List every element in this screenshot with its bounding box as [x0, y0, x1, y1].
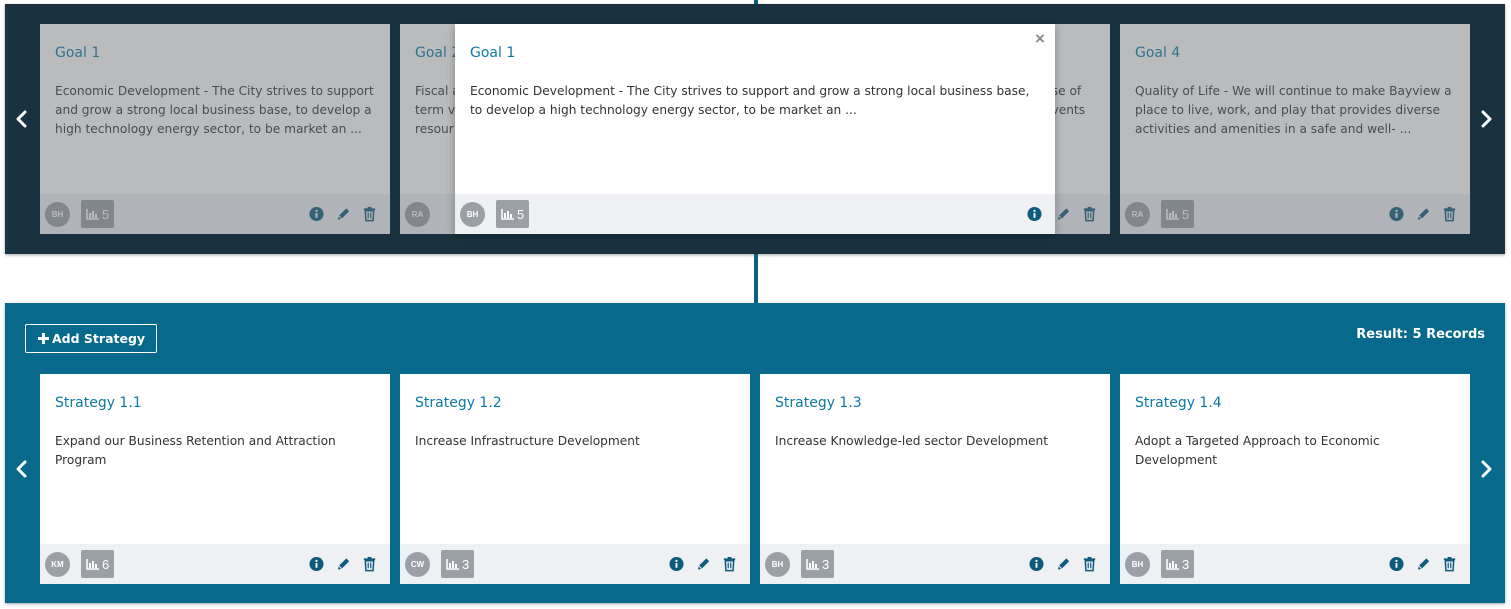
kpi-badge[interactable]: 5 [1161, 200, 1195, 228]
strategies-next-arrow[interactable] [1475, 449, 1499, 489]
bar-chart-icon [446, 558, 459, 570]
result-count: Result: 5 Records [1356, 327, 1485, 342]
plus-icon [38, 333, 49, 344]
goal-card[interactable]: Goal 4 Quality of Life - We will continu… [1120, 24, 1470, 234]
goals-next-arrow[interactable] [1475, 99, 1499, 139]
pencil-icon[interactable] [1415, 555, 1432, 572]
strategy-title[interactable]: Strategy 1.4 [1135, 395, 1222, 411]
trash-icon[interactable] [1081, 555, 1098, 572]
goal-card-footer: RA 5 [1120, 194, 1470, 234]
bar-chart-icon [1166, 208, 1179, 220]
trash-icon[interactable] [361, 555, 378, 572]
strategy-title[interactable]: Strategy 1.3 [775, 395, 862, 411]
pencil-icon[interactable] [335, 555, 352, 572]
kpi-count: 5 [517, 206, 525, 222]
pencil-icon[interactable] [1055, 555, 1072, 572]
strategies-panel: Add Strategy Result: 5 Records Strategy … [5, 303, 1505, 603]
strategy-description: Adopt a Targeted Approach to Economic De… [1135, 434, 1380, 467]
strategy-title[interactable]: Strategy 1.1 [55, 395, 142, 411]
info-icon[interactable] [1026, 205, 1043, 222]
add-strategy-button[interactable]: Add Strategy [25, 324, 158, 353]
kpi-count: 5 [1182, 206, 1190, 222]
avatar[interactable]: RA [405, 202, 430, 227]
add-strategy-label: Add Strategy [52, 331, 146, 346]
close-icon[interactable]: × [1035, 30, 1047, 47]
strategies-prev-arrow[interactable] [9, 449, 33, 489]
strategy-description: Increase Knowledge-led sector Developmen… [775, 434, 1049, 448]
avatar[interactable]: BH [1125, 552, 1150, 577]
goal-detail-popup[interactable]: × Goal 1 Economic Development - The City… [455, 24, 1055, 234]
goals-prev-arrow[interactable] [9, 99, 33, 139]
kpi-count: 6 [102, 556, 110, 572]
strategy-title[interactable]: Strategy 1.2 [415, 395, 502, 411]
bar-chart-icon [1166, 558, 1179, 570]
info-icon[interactable] [668, 555, 685, 572]
strategy-description: Increase Infrastructure Development [415, 434, 640, 448]
goal-title[interactable]: Goal 1 [55, 45, 100, 61]
avatar[interactable]: KM [45, 552, 70, 577]
kpi-badge[interactable]: 3 [1161, 550, 1195, 578]
trash-icon[interactable] [1441, 205, 1458, 222]
info-icon[interactable] [1028, 555, 1045, 572]
trash-icon[interactable] [721, 555, 738, 572]
kpi-badge[interactable]: 3 [801, 550, 835, 578]
popup-footer: BH 5 [455, 194, 1055, 234]
goal-card[interactable]: Goal 1 Economic Development - The City s… [40, 24, 390, 234]
pencil-icon[interactable] [1055, 205, 1072, 222]
strategy-description: Expand our Business Retention and Attrac… [55, 434, 336, 467]
avatar[interactable]: BH [460, 202, 485, 227]
kpi-badge[interactable]: 5 [81, 200, 115, 228]
bar-chart-icon [501, 208, 514, 220]
pencil-icon[interactable] [695, 555, 712, 572]
strategy-card[interactable]: Strategy 1.1 Expand our Business Retenti… [40, 374, 390, 584]
kpi-badge[interactable]: 5 [496, 200, 530, 228]
kpi-badge[interactable]: 3 [441, 550, 475, 578]
kpi-badge[interactable]: 6 [81, 550, 115, 578]
info-icon[interactable] [1388, 555, 1405, 572]
pencil-icon[interactable] [335, 205, 352, 222]
popup-goal-description: Economic Development - The City strives … [470, 84, 1030, 117]
panel-connector-line [754, 254, 758, 303]
bar-chart-icon [806, 558, 819, 570]
kpi-count: 3 [462, 556, 470, 572]
chevron-left-icon [16, 460, 27, 478]
goal-description: Quality of Life - We will continue to ma… [1135, 84, 1452, 136]
chevron-right-icon [1481, 460, 1492, 478]
kpi-count: 3 [1182, 556, 1190, 572]
strategy-card[interactable]: Strategy 1.3 Increase Knowledge-led sect… [760, 374, 1110, 584]
avatar[interactable]: RA [1125, 202, 1150, 227]
kpi-count: 5 [102, 206, 110, 222]
goal-description: Economic Development - The City strives … [55, 84, 374, 136]
info-icon[interactable] [308, 205, 325, 222]
chevron-left-icon [16, 110, 27, 128]
popup-goal-title[interactable]: Goal 1 [470, 45, 515, 61]
goal-card-footer: BH 5 [40, 194, 390, 234]
info-icon[interactable] [1388, 205, 1405, 222]
info-icon[interactable] [308, 555, 325, 572]
avatar[interactable]: BH [765, 552, 790, 577]
avatar[interactable]: BH [45, 202, 70, 227]
strategy-card-footer: KM 6 [40, 544, 390, 584]
pencil-icon[interactable] [1415, 205, 1432, 222]
goal-title[interactable]: Goal 4 [1135, 45, 1180, 61]
bar-chart-icon [86, 558, 99, 570]
strategy-card-footer: BH 3 [760, 544, 1110, 584]
strategy-card-footer: BH 3 [1120, 544, 1470, 584]
trash-icon[interactable] [1441, 555, 1458, 572]
strategy-card-footer: CW 3 [400, 544, 750, 584]
chevron-right-icon [1481, 110, 1492, 128]
kpi-count: 3 [822, 556, 830, 572]
trash-icon[interactable] [361, 205, 378, 222]
strategy-card[interactable]: Strategy 1.2 Increase Infrastructure Dev… [400, 374, 750, 584]
trash-icon[interactable] [1081, 205, 1098, 222]
strategy-card[interactable]: Strategy 1.4 Adopt a Targeted Approach t… [1120, 374, 1470, 584]
bar-chart-icon [86, 208, 99, 220]
avatar[interactable]: CW [405, 552, 430, 577]
goal-title[interactable]: Goal 2 [415, 45, 460, 61]
